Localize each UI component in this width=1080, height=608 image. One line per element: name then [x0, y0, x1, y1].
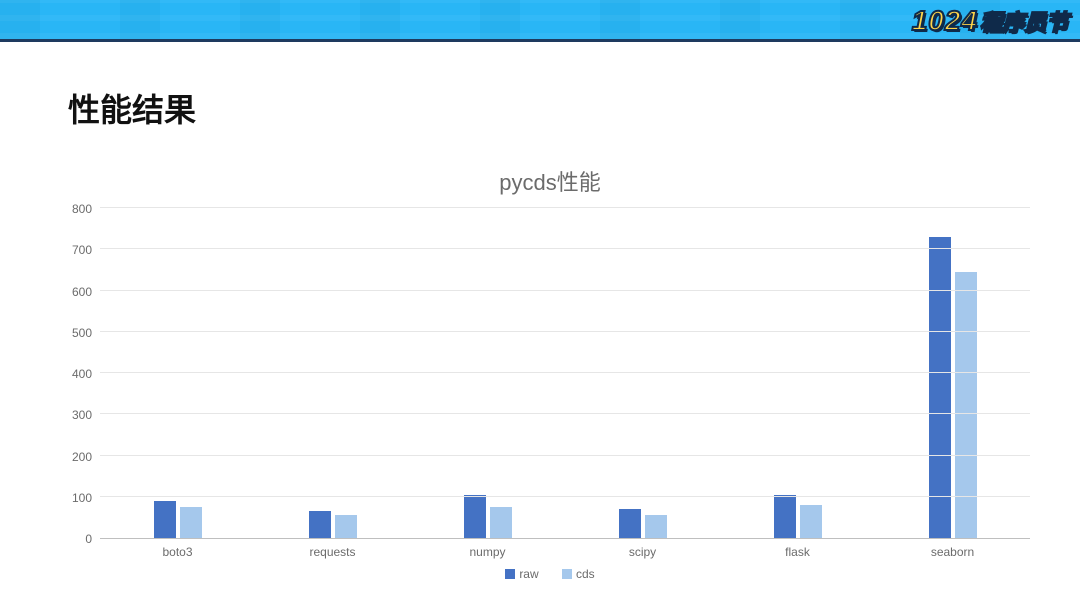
x-tick-label: numpy	[410, 539, 565, 559]
y-tick-label: 500	[72, 326, 92, 340]
y-axis: 0100200300400500600700800	[60, 209, 96, 539]
badge-number: 1024	[912, 5, 978, 37]
y-tick-label: 600	[72, 285, 92, 299]
bar-cds	[645, 515, 667, 538]
legend-swatch-cds	[562, 569, 572, 579]
x-axis-labels: boto3requestsnumpyscipyflaskseaborn	[100, 539, 1030, 559]
legend-item-raw: raw	[505, 567, 538, 581]
grid-line	[100, 413, 1030, 414]
x-tick-label: seaborn	[875, 539, 1030, 559]
chart-container: pycds性能 0100200300400500600700800 boto3r…	[60, 165, 1040, 595]
bar-raw	[929, 237, 951, 538]
grid-line	[100, 290, 1030, 291]
legend-item-cds: cds	[562, 567, 595, 581]
bar-raw	[774, 495, 796, 538]
grid-line	[100, 331, 1030, 332]
grid-line	[100, 455, 1030, 456]
badge-text: 程序员节	[980, 5, 1070, 37]
chart-plot: 0100200300400500600700800 boto3requestsn…	[60, 209, 1040, 539]
bar-cds	[490, 507, 512, 538]
y-tick-label: 700	[72, 243, 92, 257]
bar-group	[720, 209, 875, 538]
y-tick-label: 300	[72, 408, 92, 422]
bar-raw	[464, 495, 486, 538]
top-banner: 1024 程序员节	[0, 0, 1080, 42]
x-tick-label: flask	[720, 539, 875, 559]
legend-label-cds: cds	[576, 567, 595, 581]
bar-group	[255, 209, 410, 538]
chart-title: pycds性能	[60, 165, 1040, 197]
bar-raw	[154, 501, 176, 538]
legend-label-raw: raw	[519, 567, 538, 581]
event-badge: 1024 程序员节	[898, 0, 1080, 42]
y-tick-label: 200	[72, 450, 92, 464]
x-tick-label: scipy	[565, 539, 720, 559]
page-title: 性能结果	[68, 85, 196, 131]
bar-group	[875, 209, 1030, 538]
bar-group	[100, 209, 255, 538]
bar-cds	[955, 272, 977, 538]
chart-legend: raw cds	[60, 567, 1040, 582]
y-tick-label: 0	[85, 532, 92, 546]
grid-line	[100, 248, 1030, 249]
grid-line	[100, 496, 1030, 497]
legend-swatch-raw	[505, 569, 515, 579]
bar-groups	[100, 209, 1030, 538]
plot-area	[100, 209, 1030, 539]
bar-group	[410, 209, 565, 538]
y-tick-label: 800	[72, 202, 92, 216]
bar-group	[565, 209, 720, 538]
bar-cds	[180, 507, 202, 538]
bar-cds	[335, 515, 357, 538]
slide-content: 性能结果 pycds性能 0 100 200 300 400 500 600 700 800 b…	[0, 45, 1080, 608]
x-tick-label: requests	[255, 539, 410, 559]
grid-line	[100, 207, 1030, 208]
bar-raw	[309, 511, 331, 538]
y-tick-label: 400	[72, 367, 92, 381]
grid-line	[100, 372, 1030, 373]
x-tick-label: boto3	[100, 539, 255, 559]
bar-raw	[619, 509, 641, 538]
bar-cds	[800, 505, 822, 538]
y-tick-label: 100	[72, 491, 92, 505]
